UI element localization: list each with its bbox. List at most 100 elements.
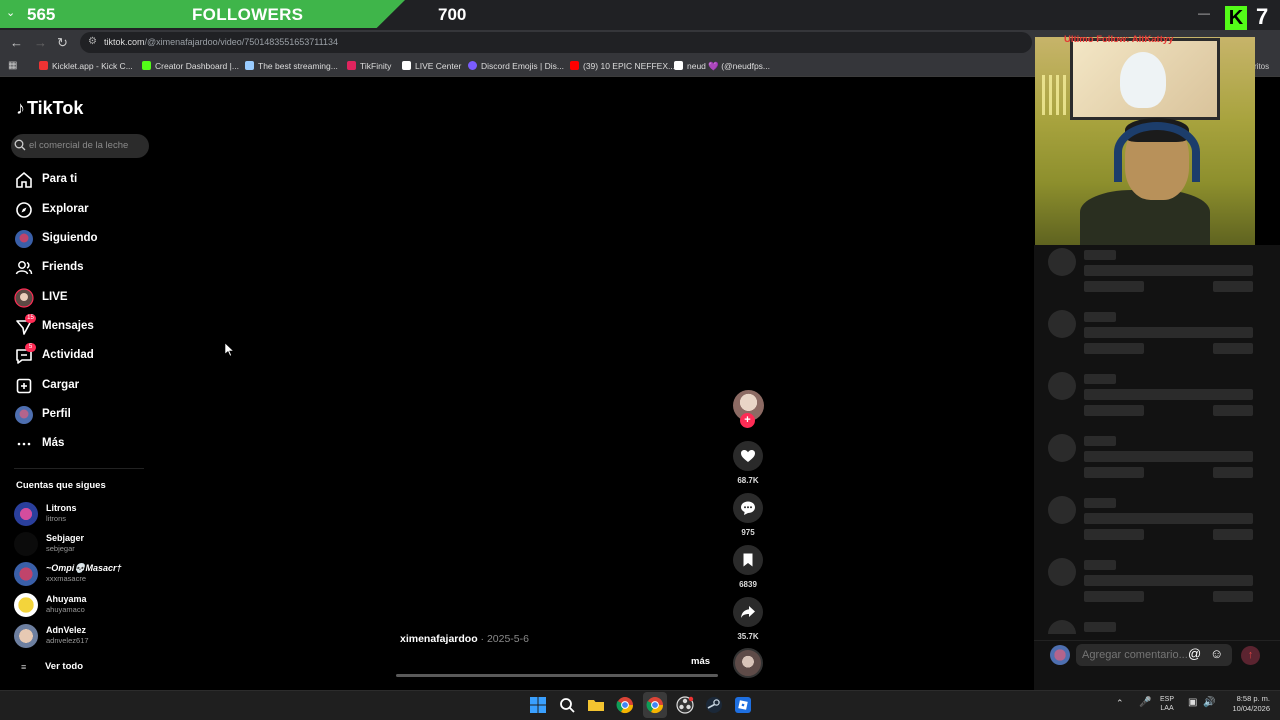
heart-icon — [741, 450, 755, 462]
account-avatar — [14, 562, 38, 586]
nav-explorar[interactable]: Explorar — [14, 200, 154, 222]
live-avatar-icon — [14, 288, 34, 308]
send-comment-button[interactable]: ↑ — [1241, 646, 1260, 665]
share-button[interactable] — [733, 597, 763, 627]
url-text[interactable]: tiktok.com/@ximenafajardoo/video/7501483… — [104, 37, 338, 47]
steam-icon[interactable] — [705, 696, 723, 714]
account-avatar — [14, 502, 38, 526]
compass-icon — [16, 202, 32, 218]
bookmark-favicon — [245, 61, 254, 70]
follow-plus-button[interactable]: + — [740, 413, 755, 428]
account-avatar — [14, 593, 38, 617]
search-icon[interactable] — [558, 696, 576, 714]
comment-skeleton — [1048, 372, 1258, 428]
comment-skeleton — [1048, 310, 1258, 366]
save-button[interactable] — [733, 545, 763, 575]
chrome-icon[interactable] — [616, 696, 634, 714]
site-info-icon[interactable]: ⚙ — [88, 36, 97, 47]
account-handle: litrons — [46, 514, 67, 523]
account-handle: xxxmasacre — [46, 574, 87, 583]
more-icon — [17, 442, 31, 446]
comment-input[interactable] — [1076, 644, 1232, 666]
last-follower-alert: Ultimo Follow: AltKattyy — [1064, 34, 1174, 45]
comment-button[interactable] — [733, 493, 763, 523]
forward-icon[interactable]: → — [34, 35, 47, 50]
following-account[interactable]: Litrons litrons — [14, 502, 154, 530]
nav-actividad[interactable]: 5 Actividad — [14, 343, 154, 368]
bookmark-kicklet[interactable]: Kicklet.app - Kick C... — [39, 61, 133, 71]
nav-cargar[interactable]: Cargar — [14, 376, 154, 398]
see-all-link[interactable]: Ver todo — [45, 661, 83, 672]
comment-skeleton — [1048, 620, 1258, 634]
bookmark-discord-emojis[interactable]: Discord Emojis | Dis... — [468, 61, 564, 71]
bookmark-favicon — [468, 61, 477, 70]
comments-count: 975 — [741, 528, 755, 537]
chevron-down-icon[interactable]: ⌄ — [6, 6, 15, 19]
windows-start-icon[interactable] — [529, 696, 547, 714]
minimize-icon[interactable]: — — [1198, 6, 1210, 20]
microphone-icon[interactable]: 🎤 — [1139, 697, 1151, 708]
account-handle: sebjegar — [46, 544, 75, 553]
tiktok-logo[interactable]: ♪ TikTok — [16, 98, 83, 119]
account-name: Litrons — [46, 503, 77, 513]
comment-skeleton — [1048, 496, 1258, 552]
like-button[interactable] — [733, 441, 763, 471]
following-account[interactable]: ~Ompi💀Masacr† xxxmasacre — [14, 562, 154, 590]
bookmark-youtube[interactable]: (39) 10 EPIC NEFFEX... — [570, 61, 675, 71]
account-name: ~Ompi💀Masacr† — [46, 563, 122, 573]
bookmark-creator-dashboard[interactable]: Creator Dashboard |... — [142, 61, 239, 71]
nav-perfil[interactable]: Perfil — [14, 405, 154, 427]
kick-viewer-count: 7 — [1256, 4, 1269, 29]
roblox-icon[interactable] — [734, 696, 752, 714]
chrome-active-icon[interactable] — [646, 696, 664, 714]
bookmark-favicon — [142, 61, 151, 70]
more-link[interactable]: más — [691, 656, 710, 667]
account-name: Ahuyama — [46, 594, 87, 604]
account-avatar — [14, 624, 38, 648]
bookmark-tikfinity[interactable]: TikFinity — [347, 61, 391, 71]
reload-icon[interactable]: ↻ — [57, 35, 68, 51]
clock[interactable]: 8:58 p. m. 10/04/2026 — [1224, 694, 1270, 714]
friends-icon — [15, 261, 33, 275]
obs-icon[interactable] — [676, 696, 694, 714]
nav-label: Siguiendo — [42, 232, 98, 244]
nav-siguiendo[interactable]: Siguiendo — [14, 229, 154, 251]
nav-mas[interactable]: Más — [14, 434, 154, 456]
bookmark-live-center[interactable]: LIVE Center — [402, 61, 461, 71]
file-explorer-icon[interactable] — [587, 696, 605, 714]
search-input[interactable]: el comercial de la leche — [29, 140, 128, 151]
following-account[interactable]: Ahuyama ahuyamaco — [14, 593, 154, 621]
back-icon[interactable]: ← — [10, 35, 23, 50]
apps-grid-icon[interactable]: ▦ — [8, 60, 17, 71]
nav-live[interactable]: LIVE — [14, 288, 154, 310]
video-progress-bar[interactable] — [396, 674, 718, 677]
url-host: tiktok.com — [104, 37, 145, 47]
likes-count: 68.7K — [737, 476, 759, 485]
nav-para-ti[interactable]: Para ti — [14, 170, 154, 192]
nav-label: Cargar — [42, 379, 80, 391]
bookmark-neud[interactable]: neud 💜 (@neudfps... — [674, 61, 770, 72]
music-disc[interactable] — [733, 648, 763, 678]
mention-button[interactable]: @ — [1188, 646, 1201, 661]
webcam-background-lights — [1042, 75, 1070, 115]
bookmarks-overflow[interactable]: ritos — [1254, 62, 1269, 71]
nav-mensajes[interactable]: 15 Mensajes — [14, 314, 154, 339]
bookmark-streaming[interactable]: The best streaming... — [245, 61, 338, 71]
emoji-button[interactable]: ☺ — [1210, 646, 1223, 661]
kick-logo: K — [1225, 6, 1247, 30]
user-avatar — [1050, 645, 1070, 665]
list-icon: ≡ — [21, 662, 27, 672]
network-icon[interactable]: ▣ — [1188, 697, 1197, 708]
input-language[interactable]: ESP LAA — [1160, 695, 1174, 713]
video-date: · 2025-5-6 — [477, 633, 529, 645]
following-account[interactable]: AdnVelez adnvelez617 — [14, 624, 154, 652]
lang-layout: LAA — [1160, 705, 1174, 712]
video-author[interactable]: ximenafajardoo · 2025-5-6 — [400, 633, 529, 645]
tray-overflow-icon[interactable]: ⌃ — [1116, 698, 1124, 709]
nav-friends[interactable]: Friends — [14, 258, 154, 280]
lang-code: ESP — [1160, 696, 1175, 703]
volume-icon[interactable]: 🔊 — [1203, 697, 1215, 708]
following-title: Cuentas que sigues — [16, 480, 106, 491]
following-account[interactable]: Sebjager sebjegar — [14, 532, 154, 560]
video-player[interactable] — [393, 93, 721, 679]
